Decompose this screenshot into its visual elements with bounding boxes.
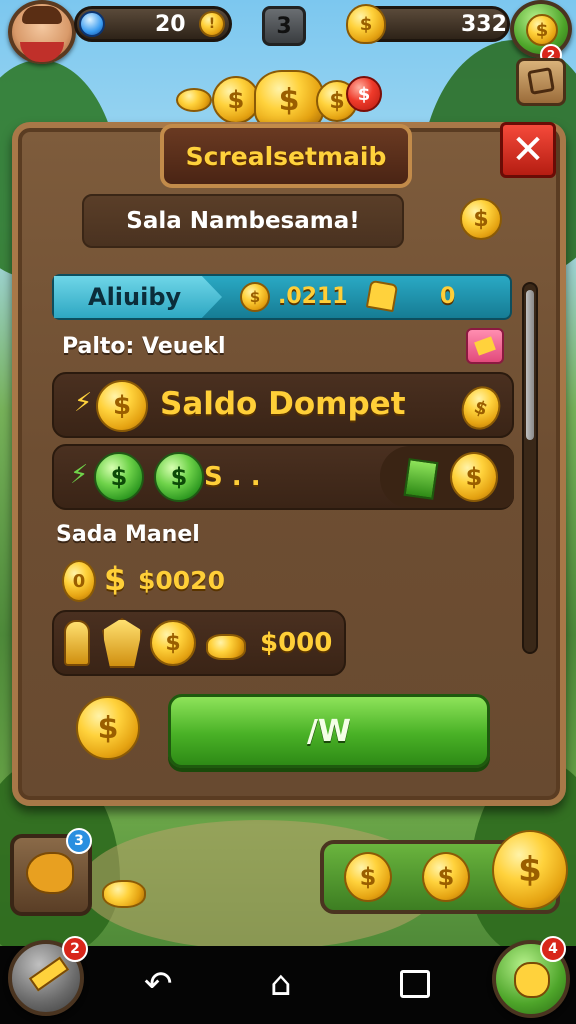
home-icon[interactable]: ⌂ (270, 964, 292, 1004)
tray-big-coin-icon: $ (492, 830, 568, 910)
gem-counter: 20 ! (74, 6, 232, 42)
shield-icon (102, 618, 142, 668)
panel-title: Screalsetmaib (160, 124, 412, 188)
wallet-coin-icon: $ (96, 380, 148, 432)
wallet-row[interactable]: ⚡ $ Saldo Dompet $ (52, 372, 514, 438)
gem-count: 20 (155, 12, 186, 37)
close-button[interactable]: ✕ (500, 122, 556, 178)
tab-coin-icon: $ (240, 282, 270, 312)
coin-icon: ! (199, 11, 225, 37)
player-avatar[interactable] (8, 0, 76, 64)
tag-button[interactable] (466, 328, 504, 364)
tray-coin-icon-2: $ (422, 852, 470, 902)
tab-label: Aliuiby (54, 276, 222, 318)
section-two-label: Sada Manel (56, 522, 200, 547)
back-icon[interactable]: ↶ (144, 964, 173, 1004)
scroll-thumb[interactable] (526, 290, 534, 440)
tab-value-a: .0211 (278, 284, 348, 309)
panel-scrollbar[interactable] (522, 282, 538, 654)
coin-pile-row[interactable]: $ $000 (52, 610, 346, 676)
big-coin-icon: $ (76, 696, 140, 760)
hammer-icon (28, 956, 70, 992)
green-coin-icon-2: $ (154, 452, 204, 502)
green-ticket-icon (403, 458, 439, 500)
ground-coin-icon (102, 880, 146, 908)
recents-icon[interactable] (400, 970, 430, 998)
panel-header: Sala Nambesama! (82, 194, 404, 248)
gift-icon (365, 279, 399, 313)
level-indicator: 3 (262, 6, 306, 46)
close-icon: ✕ (511, 127, 545, 173)
dollar-sign-icon: $ (104, 560, 127, 598)
tray-coin-icon-1: $ (344, 852, 392, 902)
map-icon (527, 67, 555, 95)
green-coin-row[interactable]: ⚡ $ $ S . . $ (52, 444, 514, 510)
sack-icon (514, 962, 550, 998)
green-row-text: S . . (204, 462, 261, 492)
map-button[interactable] (516, 58, 566, 106)
tab-value-b: 0 (440, 284, 456, 309)
lightning-icon: ⚡ (74, 388, 93, 418)
dollar-icon: $ (526, 14, 558, 46)
build-badge: 2 (62, 936, 88, 962)
green-coin-icon: $ (94, 452, 144, 502)
pile-amount: $000 (260, 628, 333, 658)
wallet-row-label: Saldo Dompet (160, 386, 406, 422)
header-coin-icon: $ (460, 198, 502, 240)
balance-coin-icon: 0 (62, 560, 96, 602)
tab-bar[interactable]: Aliuiby $ .0211 0 (52, 274, 512, 320)
balance-amount: $0020 (138, 566, 225, 595)
section-one-label: Palto: Veuekl (62, 334, 226, 359)
tag-icon (474, 336, 496, 356)
wallet-side-coin-icon: $ (455, 380, 507, 436)
action-button[interactable]: /W (168, 694, 490, 768)
pet-icon (26, 852, 74, 894)
pile-coin-icon: $ (150, 620, 196, 666)
green-lightning-icon: ⚡ (70, 460, 89, 490)
coin-stack-icon (206, 634, 246, 660)
coin-bag-icon: $ (346, 4, 386, 44)
gift-badge: 4 (540, 936, 566, 962)
pet-badge: 3 (66, 828, 92, 854)
gem-icon (79, 11, 105, 37)
key-icon (64, 620, 90, 666)
coin-count: 332 (461, 12, 507, 37)
balance-line: 0 $ $0020 (60, 556, 260, 606)
green-row-coin-icon: $ (450, 452, 498, 502)
